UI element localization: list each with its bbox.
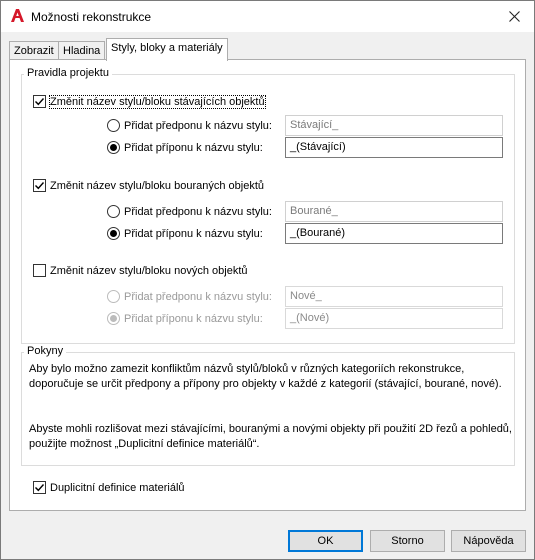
new-checkbox-label: Změnit název stylu/bloku nových objektů xyxy=(50,264,248,277)
existing-checkbox-label: Změnit název stylu/bloku stávajících obj… xyxy=(49,94,266,109)
new-prefix-radio[interactable] xyxy=(107,290,120,303)
demolished-suffix-radio-row[interactable]: Přidat příponu k názvu stylu: xyxy=(107,227,263,240)
duplicate-materials-checkbox[interactable] xyxy=(33,481,46,494)
existing-prefix-field[interactable]: Stávající_ xyxy=(285,115,503,136)
tab-strip: Zobrazit Hladina Styly, bloky a materiál… xyxy=(9,38,526,61)
existing-checkbox[interactable] xyxy=(33,95,46,108)
cancel-button[interactable]: Storno xyxy=(370,530,445,552)
notes-p1-line1: Aby bylo možno zamezit konfliktům názvů … xyxy=(29,363,465,375)
demolished-checkbox-label: Změnit název stylu/bloku bouraných objek… xyxy=(50,179,265,192)
notes-paragraph-1: Aby bylo možno zamezit konfliktům názvů … xyxy=(29,362,502,392)
new-suffix-radio[interactable] xyxy=(107,312,120,325)
new-checkbox[interactable] xyxy=(33,264,46,277)
demolished-prefix-radio-row[interactable]: Přidat předponu k názvu stylu: xyxy=(107,205,272,218)
window-title: Možnosti rekonstrukce xyxy=(31,10,152,24)
duplicate-materials-label: Duplicitní definice materiálů xyxy=(50,481,185,494)
autocad-a-icon xyxy=(10,8,25,23)
notes-p2-line2: použijte možnost „Duplicitní definice ma… xyxy=(29,438,260,450)
title-bar: Možnosti rekonstrukce xyxy=(1,1,534,32)
duplicate-materials-row[interactable]: Duplicitní definice materiálů xyxy=(33,481,185,494)
existing-suffix-radio-row[interactable]: Přidat příponu k názvu stylu: xyxy=(107,141,263,154)
tab-zobrazit[interactable]: Zobrazit xyxy=(9,41,59,60)
close-icon xyxy=(508,11,520,22)
help-button[interactable]: Nápověda xyxy=(451,530,526,552)
new-prefix-field[interactable]: Nové_ xyxy=(285,286,503,307)
demolished-suffix-field[interactable]: _(Bourané) xyxy=(285,223,503,244)
dialog-window: Možnosti rekonstrukce Zobrazit Hladina S… xyxy=(0,0,535,560)
demolished-checkbox-row[interactable]: Změnit název stylu/bloku bouraných objek… xyxy=(33,179,264,192)
new-suffix-radio-row[interactable]: Přidat příponu k názvu stylu: xyxy=(107,312,263,325)
notes-title: Pokyny xyxy=(24,345,67,357)
new-prefix-label: Přidat předponu k názvu stylu: xyxy=(124,290,272,303)
notes-p2-line1: Abyste mohli rozlišovat mezi stávajícími… xyxy=(29,423,512,435)
existing-prefix-radio-row[interactable]: Přidat předponu k názvu stylu: xyxy=(107,119,272,132)
tab-panel: Pravidla projektu Změnit název stylu/blo… xyxy=(9,59,526,511)
existing-suffix-radio[interactable] xyxy=(107,141,120,154)
new-suffix-field[interactable]: _(Nové) xyxy=(285,308,503,329)
notes-paragraph-2: Abyste mohli rozlišovat mezi stávajícími… xyxy=(29,422,512,452)
new-suffix-label: Přidat příponu k názvu stylu: xyxy=(124,312,263,325)
demolished-prefix-label: Přidat předponu k názvu stylu: xyxy=(124,205,272,218)
tab-hladina[interactable]: Hladina xyxy=(58,41,106,60)
tab-styly-bloky-materialy[interactable]: Styly, bloky a materiály xyxy=(106,38,228,61)
demolished-suffix-label: Přidat příponu k názvu stylu: xyxy=(124,227,263,240)
ok-button[interactable]: OK xyxy=(288,530,363,552)
existing-suffix-field[interactable]: _(Stávající) xyxy=(285,137,503,158)
existing-prefix-label: Přidat předponu k názvu stylu: xyxy=(124,119,272,132)
notes-p1-line2: doporučuje se určit předpony a přípony p… xyxy=(29,378,502,390)
demolished-prefix-field[interactable]: Bourané_ xyxy=(285,201,503,222)
new-prefix-radio-row[interactable]: Přidat předponu k názvu stylu: xyxy=(107,290,272,303)
new-checkbox-row[interactable]: Změnit název stylu/bloku nových objektů xyxy=(33,264,248,277)
demolished-suffix-radio[interactable] xyxy=(107,227,120,240)
existing-prefix-radio[interactable] xyxy=(107,119,120,132)
project-rules-title: Pravidla projektu xyxy=(24,67,112,79)
close-button[interactable] xyxy=(494,1,534,32)
existing-suffix-label: Přidat příponu k názvu stylu: xyxy=(124,141,263,154)
existing-checkbox-row[interactable]: Změnit název stylu/bloku stávajících obj… xyxy=(33,94,266,109)
demolished-checkbox[interactable] xyxy=(33,179,46,192)
demolished-prefix-radio[interactable] xyxy=(107,205,120,218)
